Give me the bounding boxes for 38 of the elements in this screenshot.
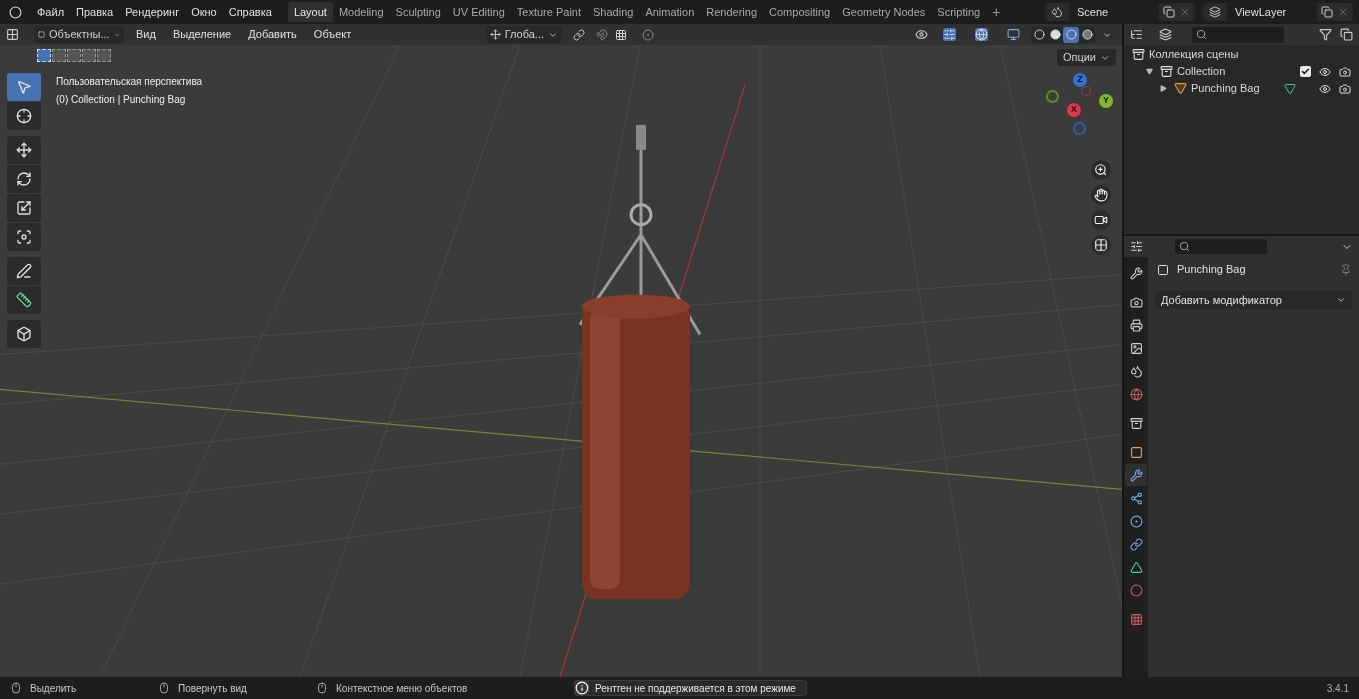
workspace-tab[interactable]: Scripting [931, 2, 987, 22]
workspace-tab[interactable]: UV Editing [446, 2, 511, 22]
workspace-tab[interactable]: Layout [287, 2, 333, 22]
add-workspace-button[interactable]: + [986, 1, 1007, 23]
status-hint: Выделить [30, 681, 77, 696]
menu-item[interactable]: Вид [131, 26, 161, 43]
workspace-tab[interactable]: Sculpting [389, 2, 447, 22]
outliner-item[interactable]: Punching Bag [1191, 80, 1260, 97]
status-message: Рентген не поддерживается в этом режиме [574, 680, 807, 696]
object-name: Punching Bag [1177, 262, 1246, 278]
menu-item[interactable]: Правка [70, 3, 120, 21]
view-label: Пользовательская перспектива [56, 75, 203, 89]
transform-orientation-dropdown[interactable]: Глоба... [485, 26, 562, 43]
outliner-item[interactable]: Collection [1177, 63, 1226, 80]
mode-dropdown[interactable]: Объектны... [34, 26, 124, 43]
add-modifier-dropdown[interactable]: Добавить модификатор [1155, 291, 1352, 309]
workspace-tab[interactable]: Rendering [700, 2, 764, 22]
menu-item[interactable]: Справка [222, 3, 278, 21]
workspace-tab[interactable]: Animation [639, 2, 701, 22]
menu-item[interactable]: Выделение [167, 26, 237, 43]
version-label: 3.4.1 [1326, 681, 1349, 696]
workspace-tab[interactable]: Texture Paint [510, 2, 587, 22]
menu-item[interactable]: Объект [308, 26, 357, 43]
scene-selector[interactable]: Scene [1045, 3, 1195, 21]
menu-item[interactable]: Рендеринг [119, 3, 186, 21]
menu-item[interactable]: Добавить [243, 26, 302, 43]
workspace-tab[interactable]: Compositing [763, 2, 837, 22]
status-hint: Повернуть вид [178, 681, 247, 696]
workspace-tab[interactable]: Shading [587, 2, 640, 22]
status-hint: Контекстное меню объектов [336, 681, 468, 696]
options-button[interactable]: Опции [1056, 49, 1116, 66]
menu-item[interactable]: Окно [185, 3, 223, 21]
workspace-tab[interactable]: Geometry Nodes [836, 2, 932, 22]
menu-item[interactable]: Файл [31, 3, 71, 21]
view-layer-selector[interactable]: ViewLayer [1203, 3, 1353, 21]
object-label: (0) Collection | Punching Bag [56, 93, 187, 107]
workspace-tab[interactable]: Modeling [332, 2, 390, 22]
outliner-item[interactable]: Коллекция сцены [1149, 46, 1239, 63]
